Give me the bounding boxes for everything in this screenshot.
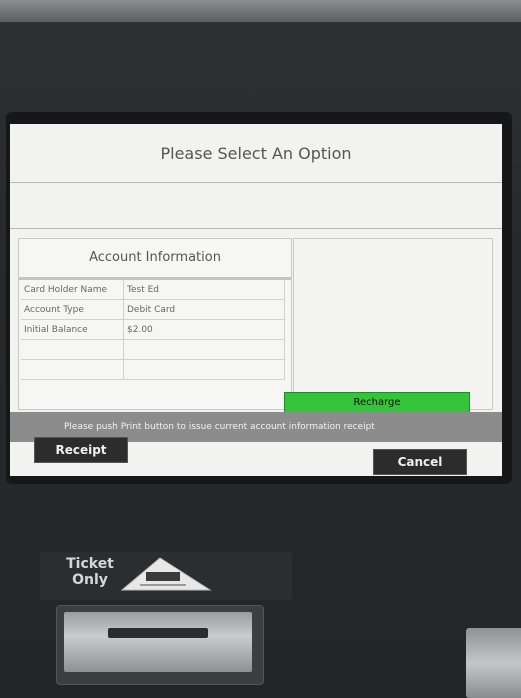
ticket-insert-icon <box>120 557 212 591</box>
table-row: Initial Balance $2.00 <box>21 319 285 340</box>
table-row <box>21 339 285 360</box>
row-value: $2.00 <box>123 319 285 340</box>
row-value <box>123 359 285 380</box>
row-value: Debit Card <box>123 299 285 320</box>
table-row: Card Holder Name Test Ed <box>21 280 285 300</box>
option-panel <box>293 238 493 410</box>
ticket-only-label: Ticket Only <box>60 556 120 588</box>
row-value <box>123 339 285 360</box>
ticket-label-line2: Only <box>72 572 108 588</box>
touch-screen: Please Select An Option Account Informat… <box>10 124 502 476</box>
ticket-label-line1: Ticket <box>66 556 114 572</box>
account-info-table: Card Holder Name Test Ed Account Type De… <box>21 280 285 380</box>
row-label <box>21 359 124 380</box>
row-label <box>21 339 124 360</box>
row-label: Account Type <box>21 299 124 320</box>
ticket-slot[interactable] <box>64 612 252 672</box>
cancel-button[interactable]: Cancel <box>373 449 467 475</box>
ticket-slot-opening <box>108 628 208 638</box>
kiosk-body: Please Select An Option Account Informat… <box>0 0 521 698</box>
info-message: Please push Print button to issue curren… <box>64 422 375 432</box>
table-row: Account Type Debit Card <box>21 299 285 320</box>
divider <box>10 228 502 229</box>
page-title: Please Select An Option <box>160 144 352 163</box>
row-value: Test Ed <box>123 280 285 300</box>
row-label: Initial Balance <box>21 319 124 340</box>
divider <box>10 182 502 183</box>
recharge-button[interactable]: Recharge <box>284 392 470 414</box>
account-info-title: Account Information <box>19 239 291 280</box>
receipt-button[interactable]: Receipt <box>34 437 128 463</box>
table-row <box>21 359 285 380</box>
account-info-panel: Account Information Card Holder Name Tes… <box>18 238 292 410</box>
card-slot[interactable] <box>466 628 521 698</box>
kiosk-top-band <box>0 0 521 22</box>
row-label: Card Holder Name <box>21 280 124 300</box>
